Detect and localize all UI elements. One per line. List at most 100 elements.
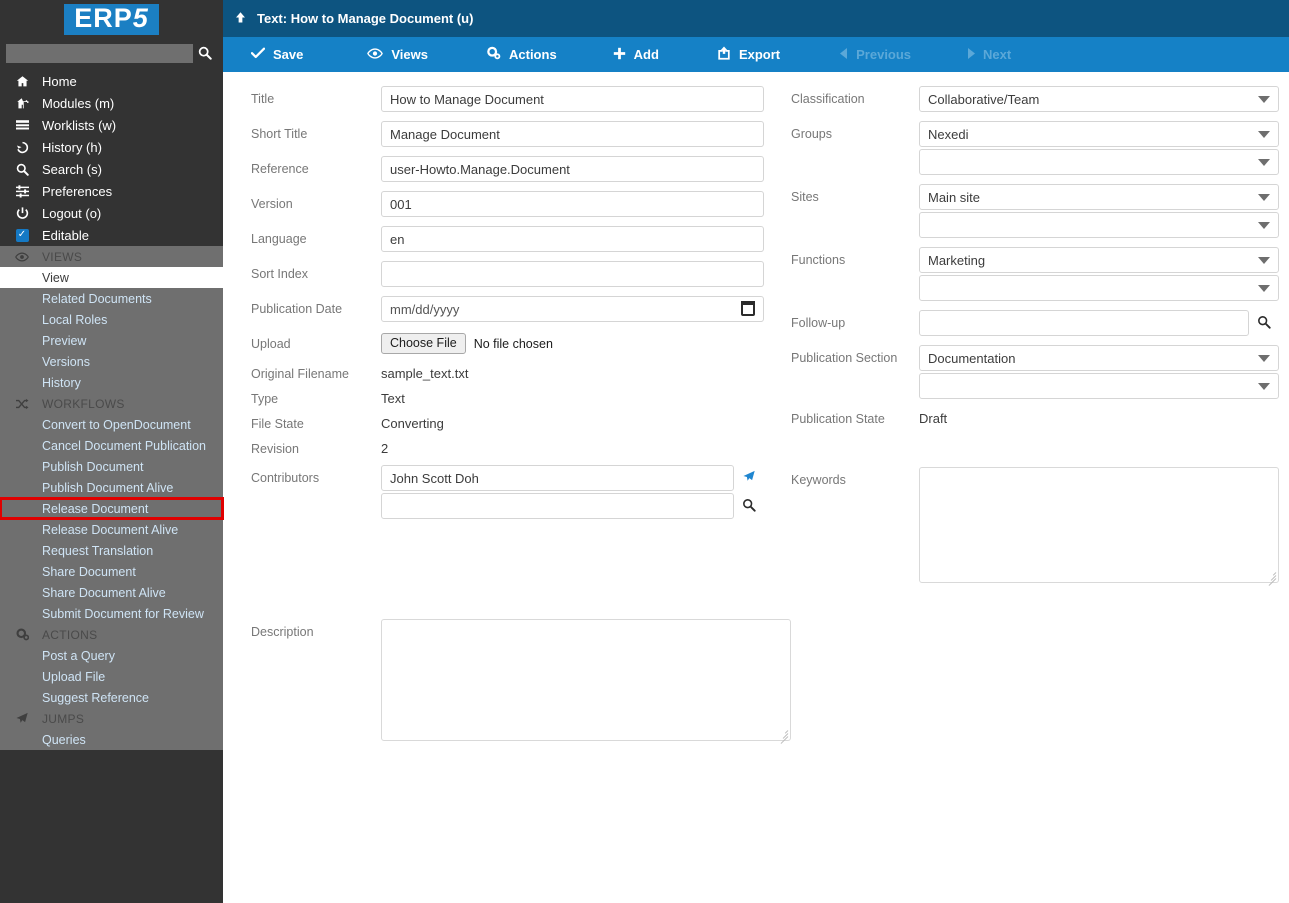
save-button[interactable]: Save — [250, 37, 303, 72]
sites-select[interactable]: Main site — [919, 184, 1279, 210]
choose-file-button[interactable]: Choose File — [381, 333, 466, 354]
sidebar-item-logout[interactable]: Logout (o) — [0, 202, 223, 224]
modules-icon — [10, 97, 34, 110]
actions-button[interactable]: Actions — [486, 37, 557, 72]
sidebar-item-label: Logout (o) — [42, 205, 102, 221]
search-input[interactable] — [6, 43, 193, 63]
arrow-up-icon[interactable] — [223, 11, 257, 27]
field-publication-date: Publication Date — [251, 296, 791, 322]
field-sort-index: Sort Index — [251, 261, 791, 287]
menu-item-label: Suggest Reference — [42, 690, 150, 705]
toolbar-button-label: Actions — [509, 47, 557, 62]
sidebar-item-versions[interactable]: Versions — [0, 351, 223, 372]
eye-icon — [10, 252, 34, 262]
publication-section-secondary-select[interactable] — [919, 373, 1279, 399]
keywords-textarea[interactable] — [919, 467, 1279, 583]
menu-item-label: History — [42, 375, 81, 390]
field-follow-up: Follow-up — [791, 310, 1281, 336]
groups-select[interactable]: Nexedi — [919, 121, 1279, 147]
language-input[interactable] — [381, 226, 764, 252]
airplane-icon[interactable] — [734, 470, 764, 486]
sidebar-item-submit-document-for-review[interactable]: Submit Document for Review — [0, 603, 223, 624]
sidebar-item-preview[interactable]: Preview — [0, 330, 223, 351]
field-label: Type — [251, 392, 279, 406]
sidebar-item-release-document[interactable]: Release Document — [0, 497, 224, 520]
app-logo[interactable]: ERP5 — [0, 0, 223, 38]
form-right-column: Classification Collaborative/Team Groups… — [791, 86, 1281, 592]
search-icon[interactable] — [1249, 315, 1279, 332]
sidebar-item-queries[interactable]: Queries — [0, 729, 223, 750]
field-publication-state: Publication State Draft — [791, 408, 1281, 427]
sidebar-item-label: Editable — [42, 227, 89, 243]
search-icon[interactable] — [193, 46, 217, 60]
type-value: Text — [381, 391, 405, 406]
checkbox-icon[interactable]: ✓ — [10, 228, 34, 242]
sidebar-item-label: Preferences — [42, 183, 113, 199]
form-left-column: Title Short Title Reference Version — [251, 86, 791, 750]
publication-section-select[interactable]: Documentation — [919, 345, 1279, 371]
views-button[interactable]: Views — [367, 37, 428, 72]
classification-select[interactable]: Collaborative/Team — [919, 86, 1279, 112]
field-label-empty — [791, 373, 919, 379]
functions-select[interactable]: Marketing — [919, 247, 1279, 273]
home-icon — [10, 75, 34, 88]
short-title-input[interactable] — [381, 121, 764, 147]
field-label: File State — [251, 417, 304, 431]
document-form: Title Short Title Reference Version — [223, 72, 1289, 903]
sidebar-item-preferences[interactable]: Preferences — [0, 180, 223, 202]
toolbar-button-label: Next — [983, 47, 1012, 62]
title-input[interactable] — [381, 86, 764, 112]
search-icon — [10, 163, 34, 176]
sidebar-item-modules[interactable]: Modules (m) — [0, 92, 223, 114]
follow-up-input[interactable] — [919, 310, 1249, 336]
groups-secondary-select[interactable] — [919, 149, 1279, 175]
sidebar-item-search[interactable]: Search (s) — [0, 158, 223, 180]
sidebar-item-related-documents[interactable]: Related Documents — [0, 288, 223, 309]
contributors-input[interactable] — [381, 465, 734, 491]
sidebar-item-history[interactable]: History — [0, 372, 223, 393]
sidebar-item-worklists[interactable]: Worklists (w) — [0, 114, 223, 136]
sidebar-item-request-translation[interactable]: Request Translation — [0, 540, 223, 561]
sidebar-item-share-document-alive[interactable]: Share Document Alive — [0, 582, 223, 603]
menu-item-label: Versions — [42, 354, 90, 369]
field-groups: Groups Nexedi — [791, 121, 1281, 147]
sidebar-item-home[interactable]: Home — [0, 70, 223, 92]
functions-secondary-select[interactable] — [919, 275, 1279, 301]
field-publication-section-secondary — [791, 373, 1281, 399]
sidebar-item-share-document[interactable]: Share Document — [0, 561, 223, 582]
publication-date-input[interactable] — [381, 296, 764, 322]
sidebar-item-convert-to-opendocument[interactable]: Convert to OpenDocument — [0, 414, 223, 435]
sidebar-item-cancel-document-publication[interactable]: Cancel Document Publication — [0, 435, 223, 456]
sidebar-item-local-roles[interactable]: Local Roles — [0, 309, 223, 330]
menu-item-label: Post a Query — [42, 648, 115, 663]
export-button[interactable]: Export — [717, 37, 780, 72]
description-textarea[interactable] — [381, 619, 791, 741]
sort-index-input[interactable] — [381, 261, 764, 287]
add-button[interactable]: Add — [613, 37, 659, 72]
menu-item-label: Queries — [42, 732, 86, 747]
menu-item-label: Preview — [42, 333, 87, 348]
toolbar-button-label: Previous — [856, 47, 912, 62]
sidebar-item-suggest-reference[interactable]: Suggest Reference — [0, 687, 223, 708]
sidebar-item-publish-document-alive[interactable]: Publish Document Alive — [0, 477, 223, 498]
reference-input[interactable] — [381, 156, 764, 182]
field-label: Keywords — [791, 473, 846, 487]
version-input[interactable] — [381, 191, 764, 217]
sidebar-item-view[interactable]: View — [0, 267, 223, 288]
field-label: Revision — [251, 442, 299, 456]
contributors-search-input[interactable] — [381, 493, 734, 519]
sidebar-item-publish-document[interactable]: Publish Document — [0, 456, 223, 477]
sidebar-item-editable[interactable]: ✓ Editable — [0, 224, 223, 246]
calendar-icon[interactable] — [741, 301, 755, 316]
field-upload: Upload Choose File No file chosen — [251, 331, 791, 354]
search-icon[interactable] — [734, 498, 764, 515]
sidebar-item-upload-file[interactable]: Upload File — [0, 666, 223, 687]
history-icon — [10, 141, 34, 154]
sidebar-item-post-a-query[interactable]: Post a Query — [0, 645, 223, 666]
sidebar-item-history[interactable]: History (h) — [0, 136, 223, 158]
sites-secondary-select[interactable] — [919, 212, 1279, 238]
sidebar-section-workflows: WORKFLOWS — [0, 393, 223, 414]
previous-button[interactable]: Previous — [840, 37, 911, 72]
sidebar-item-release-document-alive[interactable]: Release Document Alive — [0, 519, 223, 540]
next-button[interactable]: Next — [967, 37, 1011, 72]
